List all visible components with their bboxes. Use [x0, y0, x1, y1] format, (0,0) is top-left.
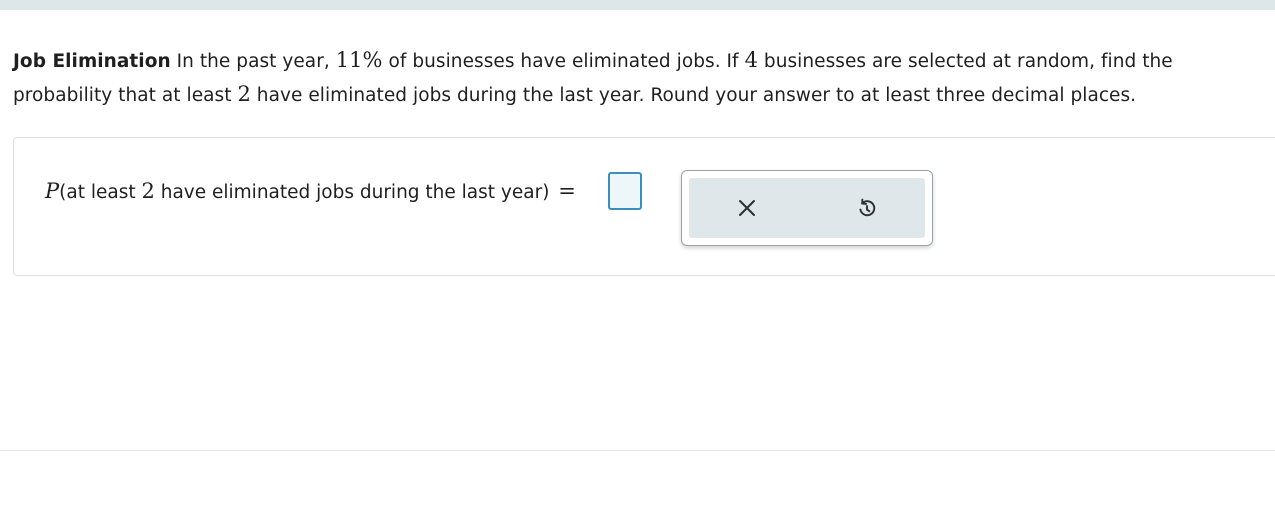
clear-button[interactable]: [730, 191, 764, 225]
answer-text-after: have eliminated jobs during the last yea…: [154, 182, 550, 203]
answer-toolbar: [681, 170, 933, 246]
problem-statement: Job Elimination In the past year, 11% of…: [13, 44, 1253, 112]
bottom-divider: [0, 450, 1275, 451]
toolbar-inner: [689, 178, 925, 238]
answer-input[interactable]: [608, 172, 642, 210]
answer-expression: P(at least 2 have eliminated jobs during…: [45, 176, 576, 208]
problem-at-least-value: 2: [237, 82, 251, 106]
undo-icon: [859, 198, 876, 217]
problem-percent-sign: %: [362, 48, 383, 72]
problem-sample-size: 4: [744, 48, 758, 72]
top-bar: [0, 0, 1275, 10]
equals-sign: =: [558, 179, 576, 203]
problem-text-4: have eliminated jobs during the last yea…: [250, 85, 1137, 106]
problem-percent-value: 11: [335, 48, 363, 72]
close-icon: [739, 200, 755, 216]
answer-text-before: (at least: [59, 182, 142, 203]
problem-text-2: of businesses have eliminated jobs. If: [382, 51, 745, 72]
undo-button[interactable]: [850, 191, 884, 225]
answer-number: 2: [141, 179, 155, 203]
answer-panel: P(at least 2 have eliminated jobs during…: [13, 137, 1275, 276]
problem-text-1: In the past year,: [170, 51, 336, 72]
probability-symbol: P: [45, 179, 60, 203]
problem-title: Job Elimination: [13, 51, 171, 72]
